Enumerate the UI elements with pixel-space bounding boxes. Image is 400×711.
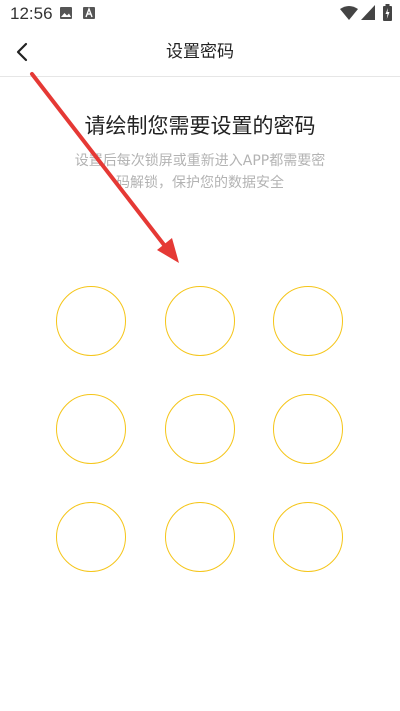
pattern-node-7[interactable] — [56, 502, 126, 572]
a-icon — [83, 7, 95, 19]
wifi-icon — [340, 6, 358, 20]
pattern-node-1[interactable] — [56, 286, 126, 356]
page-title: 设置密码 — [166, 42, 234, 62]
signal-icon — [361, 5, 375, 20]
chevron-left-icon — [16, 42, 28, 62]
pattern-node-2[interactable] — [165, 286, 235, 356]
pattern-node-8[interactable] — [165, 502, 235, 572]
status-bar: 12:56 — [0, 0, 400, 28]
nav-bar: 设置密码 — [0, 28, 400, 77]
pattern-node-9[interactable] — [273, 502, 343, 572]
instruction-heading: 请绘制您需要设置的密码 — [84, 114, 316, 138]
pattern-lock-grid — [0, 0, 400, 711]
back-button[interactable] — [6, 34, 42, 70]
status-time: 12:56 — [10, 4, 53, 23]
pattern-node-6[interactable] — [273, 394, 343, 464]
battery-charging-icon — [383, 4, 392, 21]
image-icon — [60, 7, 72, 19]
pattern-node-5[interactable] — [165, 394, 235, 464]
pattern-node-3[interactable] — [273, 286, 343, 356]
instruction-subtext: 设置后每次锁屏或重新进入APP都需要密码解锁，保护您的数据安全 — [74, 153, 326, 191]
pattern-node-4[interactable] — [56, 394, 126, 464]
